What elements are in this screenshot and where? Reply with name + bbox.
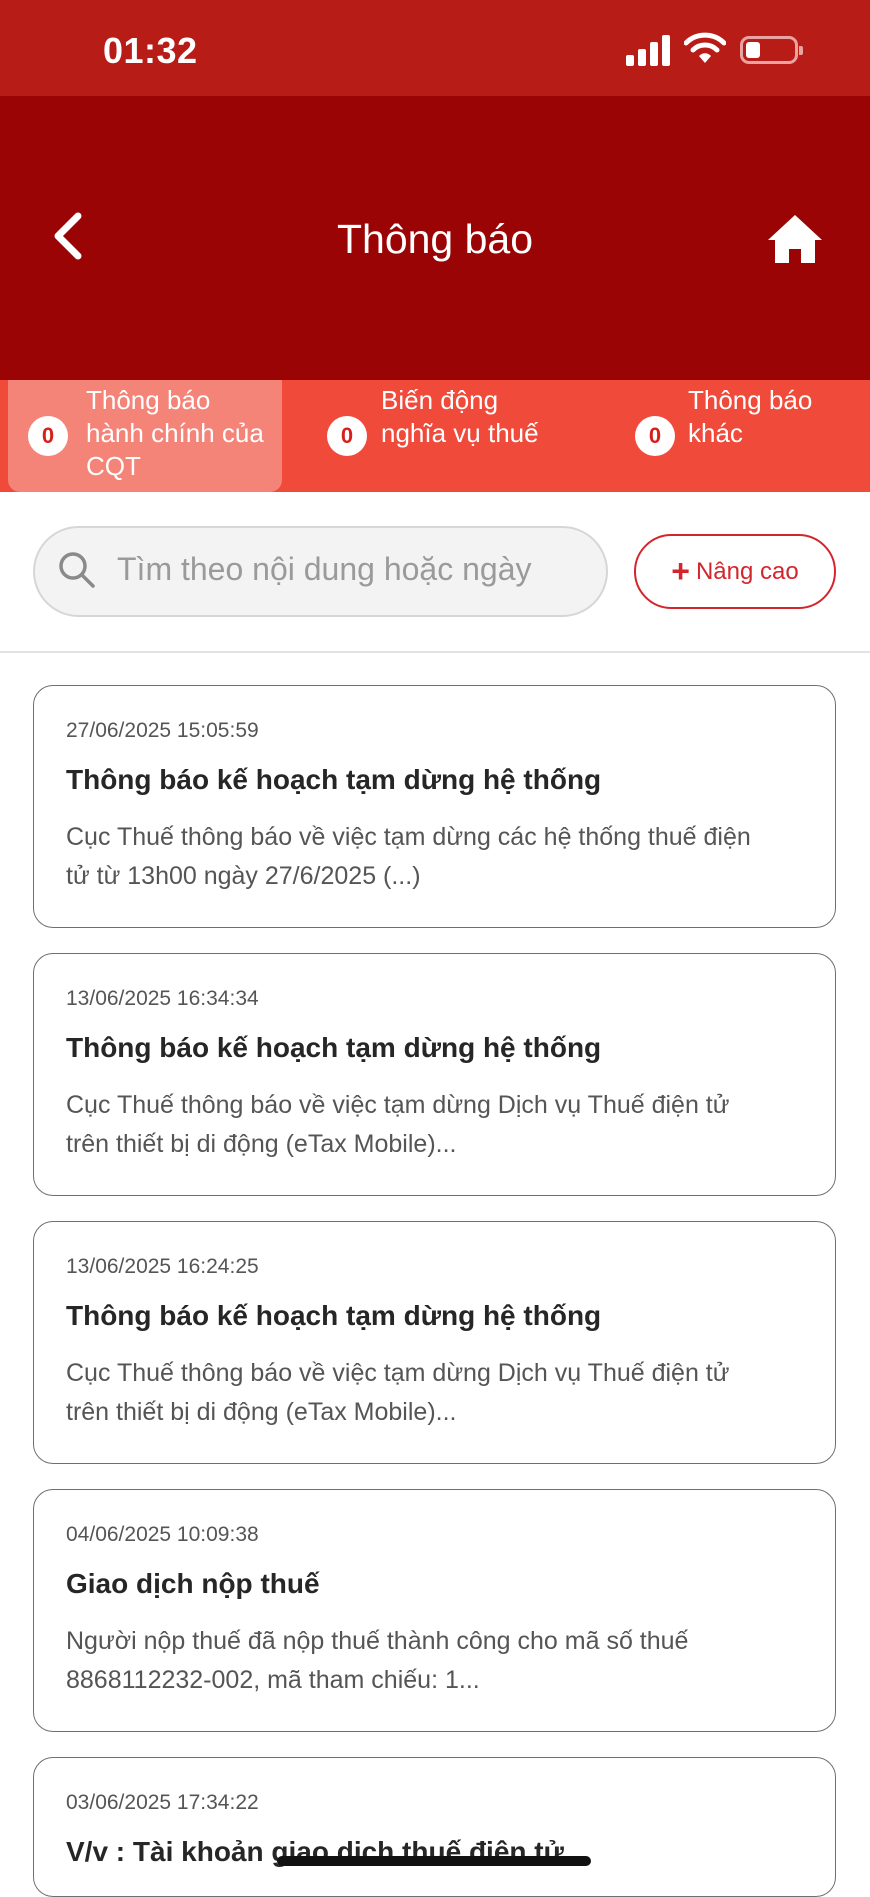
notification-card[interactable]: 03/06/2025 17:34:22 V/v : Tài khoản giao… <box>33 1757 836 1897</box>
search-input[interactable]: Tìm theo nội dung hoặc ngày <box>33 526 608 617</box>
tab-count-badge: 0 <box>28 416 68 456</box>
tab-label: Thông báo khác <box>688 385 813 448</box>
notification-summary: Cục Thuế thông báo về việc tạm dừng các … <box>66 823 751 890</box>
home-icon[interactable] <box>766 213 824 265</box>
advanced-search-button[interactable]: + Nâng cao <box>634 534 836 609</box>
notification-card[interactable]: 13/06/2025 16:34:34 Thông báo kế hoạch t… <box>33 953 836 1196</box>
notification-card[interactable]: 27/06/2025 15:05:59 Thông báo kế hoạch t… <box>33 685 836 928</box>
app-header: Thông báo <box>0 96 870 380</box>
notification-date: 13/06/2025 16:24:25 <box>66 1255 259 1278</box>
tab-tax-obligation-changes[interactable]: 0 Biến động nghĩa vụ thuế <box>320 380 570 492</box>
status-time: 01:32 <box>103 30 198 71</box>
notification-card[interactable]: 13/06/2025 16:24:25 Thông báo kế hoạch t… <box>33 1221 836 1464</box>
tab-label: Biến động nghĩa vụ thuế <box>381 385 539 448</box>
battery-icon <box>740 36 803 64</box>
notification-title: Thông báo kế hoạch tạm dừng hệ thống <box>66 1300 602 1331</box>
tab-other-notices[interactable]: 0 Thông báo khác <box>626 380 826 492</box>
tab-label: Thông báo hành chính của CQT <box>86 385 264 481</box>
notification-date: 04/06/2025 10:09:38 <box>66 1523 259 1546</box>
wifi-icon <box>684 32 726 63</box>
notification-summary: Cục Thuế thông báo về việc tạm dừng Dịch… <box>66 1091 730 1158</box>
cellular-signal-icon <box>626 34 672 66</box>
plus-icon: + <box>671 553 690 589</box>
notification-title: Thông báo kế hoạch tạm dừng hệ thống <box>66 764 602 795</box>
home-indicator[interactable] <box>277 1856 591 1866</box>
notification-date: 27/06/2025 15:05:59 <box>66 719 259 742</box>
notification-title: Thông báo kế hoạch tạm dừng hệ thống <box>66 1032 602 1063</box>
notification-summary: Người nộp thuế đã nộp thuế thành công ch… <box>66 1627 689 1694</box>
page-title: Thông báo <box>336 216 534 262</box>
tab-count-badge: 0 <box>635 416 675 456</box>
search-icon <box>59 552 95 588</box>
notification-card[interactable]: 04/06/2025 10:09:38 Giao dịch nộp thuế N… <box>33 1489 836 1732</box>
status-bar: 01:32 <box>0 0 870 96</box>
advanced-search-label: Nâng cao <box>695 558 799 585</box>
notification-category-tabs: 0 Thông báo hành chính của CQT 0 Biến độ… <box>0 380 870 492</box>
search-placeholder: Tìm theo nội dung hoặc ngày <box>117 551 532 587</box>
notification-title: Giao dịch nộp thuế <box>66 1568 320 1599</box>
notification-date: 03/06/2025 17:34:22 <box>66 1791 259 1814</box>
tab-count-badge: 0 <box>327 416 367 456</box>
tab-administrative-notices[interactable]: 0 Thông báo hành chính của CQT <box>8 380 282 492</box>
divider <box>0 651 870 653</box>
notification-date: 13/06/2025 16:34:34 <box>66 987 259 1010</box>
notification-summary: Cục Thuế thông báo về việc tạm dừng Dịch… <box>66 1359 730 1426</box>
